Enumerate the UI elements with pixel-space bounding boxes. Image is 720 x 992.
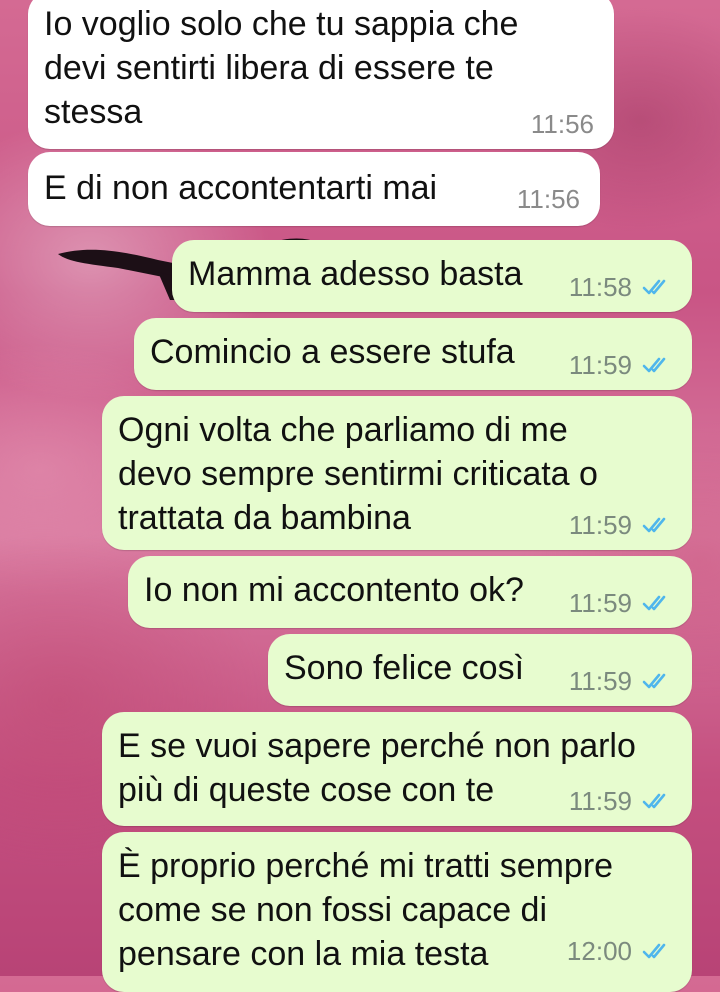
outgoing-message[interactable]: È proprio perché mi tratti sempre come s… [102, 832, 692, 992]
message-meta: 12:00 [567, 936, 672, 966]
message-meta: 11:59 [569, 666, 672, 696]
message-text: Comincio a essere stufa [150, 333, 515, 371]
message-time: 11:56 [530, 109, 594, 139]
message-meta: 11:59 [569, 350, 672, 380]
message-time: 11:59 [568, 786, 632, 816]
message-text: Mamma adesso basta [188, 255, 523, 293]
outgoing-message[interactable]: Comincio a essere stufa 11:59 [134, 318, 692, 390]
message-text: È proprio perché mi tratti sempre come s… [118, 847, 614, 973]
message-time: 11:59 [568, 350, 632, 380]
message-text: Io voglio solo che tu sappia che devi se… [44, 5, 519, 131]
read-receipt-icon [642, 279, 666, 295]
message-meta: 11:59 [569, 786, 672, 816]
outgoing-message[interactable]: Io non mi accontento ok? 11:59 [128, 556, 692, 628]
outgoing-message[interactable]: Sono felice così 11:59 [268, 634, 692, 706]
read-receipt-icon [642, 357, 666, 373]
read-receipt-icon [642, 943, 666, 959]
message-text: E di non accontentarti mai [44, 169, 438, 207]
message-text: Io non mi accontento ok? [144, 571, 524, 609]
message-time: 11:59 [568, 666, 632, 696]
message-time: 11:59 [568, 510, 632, 540]
message-meta: 11:56 [517, 184, 580, 214]
message-text: Ogni volta che parliamo di me devo sempr… [118, 411, 598, 537]
read-receipt-icon [642, 517, 666, 533]
outgoing-message[interactable]: E se vuoi sapere perché non parlo più di… [102, 712, 692, 826]
message-text: Sono felice così [284, 649, 525, 687]
message-time: 11:56 [516, 184, 580, 214]
message-time: 11:58 [568, 272, 632, 302]
read-receipt-icon [642, 595, 666, 611]
incoming-message[interactable]: Io voglio solo che tu sappia che devi se… [28, 0, 614, 149]
message-time: 12:00 [566, 936, 632, 966]
message-meta: 11:59 [569, 510, 672, 540]
incoming-message[interactable]: E di non accontentarti mai 11:56 [28, 152, 600, 226]
message-meta: 11:58 [569, 272, 672, 302]
read-receipt-icon [642, 793, 666, 809]
outgoing-message[interactable]: Mamma adesso basta 11:58 [172, 240, 692, 312]
message-text: E se vuoi sapere perché non parlo più di… [118, 727, 636, 809]
message-meta: 11:56 [531, 109, 594, 139]
message-meta: 11:59 [569, 588, 672, 618]
message-time: 11:59 [568, 588, 632, 618]
outgoing-message[interactable]: Ogni volta che parliamo di me devo sempr… [102, 396, 692, 550]
read-receipt-icon [642, 673, 666, 689]
